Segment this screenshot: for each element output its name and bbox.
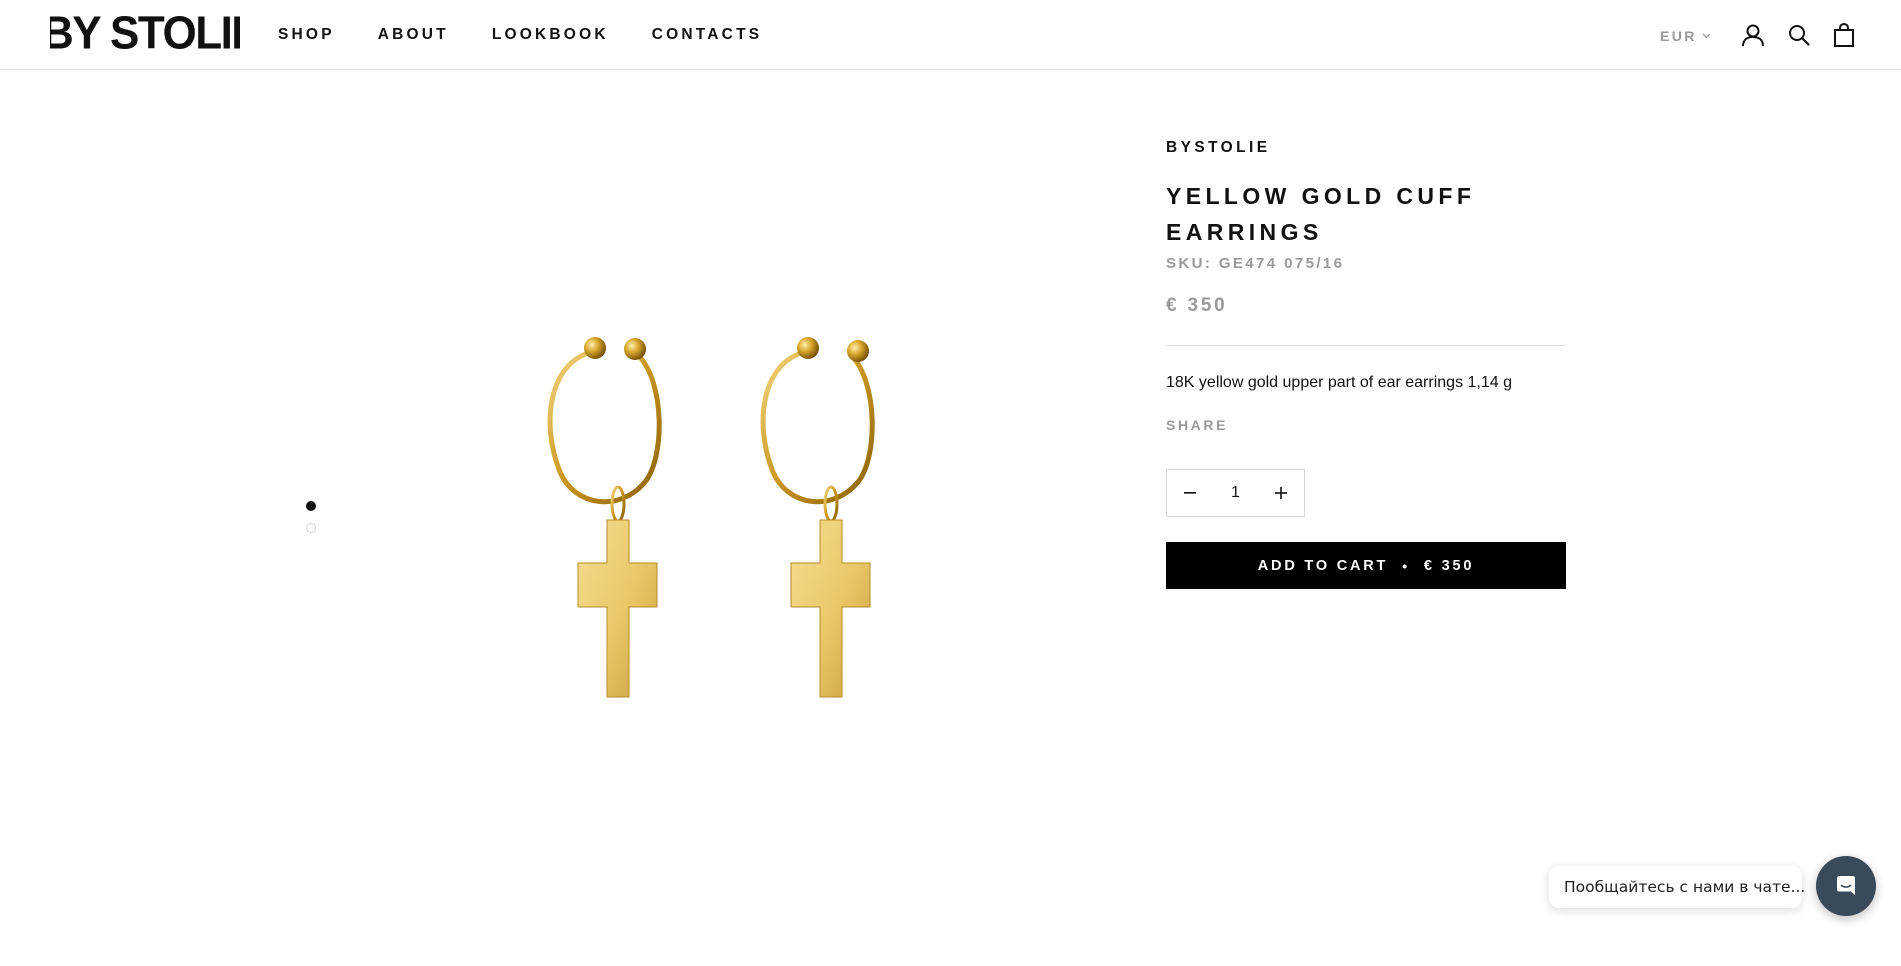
nav-item-shop[interactable]: SHOP bbox=[278, 26, 335, 44]
product-price: € 350 bbox=[1166, 295, 1228, 316]
product-vendor[interactable]: BYSTOLIE bbox=[1166, 139, 1270, 157]
product-description: 18K yellow gold upper part of ear earrin… bbox=[1166, 374, 1512, 391]
nav-item-lookbook[interactable]: LOOKBOOK bbox=[492, 26, 609, 44]
quantity-stepper bbox=[1166, 469, 1305, 517]
chat-launcher-button[interactable] bbox=[1816, 856, 1876, 916]
chat-icon bbox=[1837, 876, 1855, 895]
minus-icon bbox=[1184, 492, 1196, 494]
chevron-down-icon bbox=[1702, 33, 1711, 39]
left-earring bbox=[547, 337, 662, 698]
gallery-dots bbox=[306, 501, 316, 545]
logo-text: BY STOLIE bbox=[50, 12, 240, 56]
product-sku: SKU: GE474 075/16 bbox=[1166, 255, 1345, 272]
chat-prompt-text: Пообщайтесь с нами в чате... bbox=[1564, 878, 1806, 896]
quantity-increase-button[interactable] bbox=[1258, 470, 1304, 516]
gallery-dot-1[interactable] bbox=[306, 501, 316, 511]
quantity-decrease-button[interactable] bbox=[1167, 470, 1213, 516]
search-icon[interactable] bbox=[1786, 22, 1812, 48]
add-to-cart-separator: • bbox=[1402, 557, 1410, 574]
share-button[interactable]: SHARE bbox=[1166, 417, 1228, 433]
gallery-dot-2[interactable] bbox=[306, 523, 316, 533]
currency-selector[interactable]: EUR bbox=[1660, 28, 1711, 44]
main-nav: SHOP ABOUT LOOKBOOK CONTACTS bbox=[278, 26, 762, 44]
account-icon[interactable] bbox=[1740, 22, 1766, 48]
add-to-cart-button[interactable]: ADD TO CART • € 350 bbox=[1166, 542, 1566, 589]
product-title: YELLOW GOLD CUFF EARRINGS bbox=[1166, 183, 1476, 245]
nav-item-about[interactable]: ABOUT bbox=[378, 26, 449, 44]
add-to-cart-label: ADD TO CART bbox=[1257, 557, 1389, 574]
product-image[interactable] bbox=[520, 322, 940, 712]
right-earring bbox=[760, 337, 875, 698]
add-to-cart-price: € 350 bbox=[1423, 557, 1475, 574]
nav-item-contacts[interactable]: CONTACTS bbox=[652, 26, 763, 44]
quantity-input[interactable] bbox=[1215, 484, 1256, 502]
cart-icon[interactable] bbox=[1831, 22, 1857, 48]
currency-label: EUR bbox=[1660, 28, 1697, 44]
chat-prompt-bubble[interactable]: Пообщайтесь с нами в чате... bbox=[1549, 866, 1806, 908]
logo[interactable]: BY STOLIE bbox=[50, 12, 240, 56]
gold-cross-earrings-image bbox=[547, 337, 875, 698]
site-header: BY STOLIE SHOP ABOUT LOOKBOOK CONTACTS E… bbox=[0, 0, 1901, 70]
divider bbox=[1166, 345, 1566, 346]
plus-icon bbox=[1275, 487, 1287, 499]
